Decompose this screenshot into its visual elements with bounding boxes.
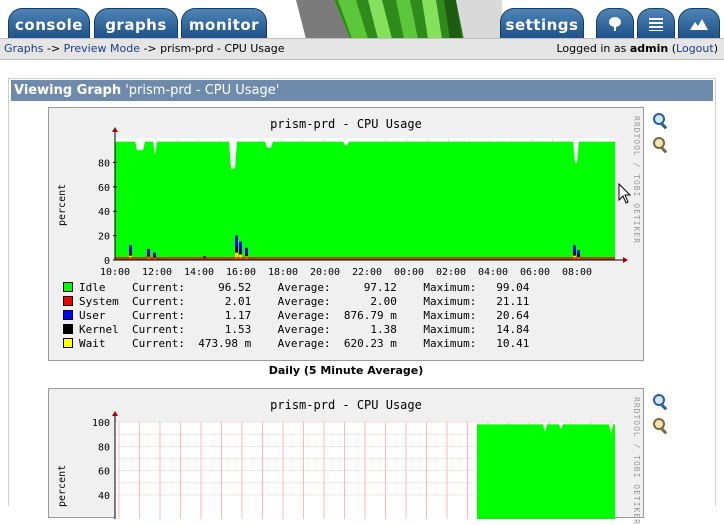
- graph-caption: Daily (5 Minute Average): [268, 364, 424, 377]
- mouse-cursor-icon: [618, 183, 632, 204]
- page-title-label: Viewing Graph: [14, 83, 122, 98]
- legend-row: User Current: 1.17 Average: 876.79 m Max…: [63, 309, 529, 323]
- legend-row: System Current: 2.01 Average: 2.00 Maxim…: [63, 295, 529, 309]
- y-tick-label: 80: [98, 442, 110, 453]
- tab-graphs[interactable]: graphs: [94, 8, 178, 38]
- x-tick-label: 06:00: [520, 267, 550, 278]
- graph-image-daily[interactable]: prism-prd - CPU Usage percent RRDTOOL / …: [48, 107, 644, 361]
- x-tick-label: 12:00: [142, 267, 172, 278]
- breadcrumb: Graphs -> Preview Mode -> prism-prd - CP…: [4, 42, 285, 55]
- graph-legend: Idle Current: 96.52 Average: 97.12 Maxim…: [63, 281, 529, 351]
- legend-swatch: [63, 282, 73, 292]
- breadcrumb-separator: ->: [139, 42, 161, 55]
- legend-swatch: [63, 324, 73, 334]
- breadcrumb-bar: Graphs -> Preview Mode -> prism-prd - CP…: [0, 38, 724, 60]
- preview-icon: [690, 19, 708, 30]
- logout-link[interactable]: Logout: [676, 42, 714, 55]
- banner-art: [296, 0, 502, 39]
- idle-area: [115, 141, 615, 260]
- legend-text: Kernel Current: 1.53 Average: 1.38 Maxim…: [79, 323, 530, 336]
- x-tick-label: 16:00: [226, 267, 256, 278]
- tree-view-tab[interactable]: [596, 8, 634, 38]
- edit-graph-icon[interactable]: [652, 417, 670, 435]
- y-tick-label: 100: [92, 418, 110, 429]
- y-axis-arrow: [112, 127, 118, 132]
- x-tick-label: 02:00: [436, 267, 466, 278]
- y-tick-label: 40: [98, 491, 110, 502]
- y-tick-label: 0: [104, 256, 110, 267]
- tree-view-icon: [609, 17, 621, 31]
- breadcrumb-graphs[interactable]: Graphs: [4, 42, 43, 55]
- preview-tab[interactable]: [678, 8, 720, 38]
- breadcrumb-current: prism-prd - CPU Usage: [160, 42, 285, 55]
- breadcrumb-separator: ->: [43, 42, 64, 55]
- legend-text: Wait Current: 473.98 m Average: 620.23 m…: [79, 337, 530, 350]
- legend-row: Wait Current: 473.98 m Average: 620.23 m…: [63, 337, 529, 351]
- legend-text: System Current: 2.01 Average: 2.00 Maxim…: [79, 295, 530, 308]
- y-tick-label: 20: [98, 232, 110, 243]
- legend-text: Idle Current: 96.52 Average: 97.12 Maxim…: [79, 281, 530, 294]
- x-axis-arrow: [623, 257, 628, 263]
- x-tick-label: 04:00: [478, 267, 508, 278]
- x-tick-label: 18:00: [268, 267, 298, 278]
- zoom-icon[interactable]: [652, 112, 670, 130]
- tab-settings[interactable]: settings: [500, 8, 584, 38]
- legend-row: Idle Current: 96.52 Average: 97.12 Maxim…: [63, 281, 529, 295]
- legend-swatch: [63, 338, 73, 348]
- legend-text: User Current: 1.17 Average: 876.79 m Max…: [79, 309, 530, 322]
- x-tick-label: 14:00: [184, 267, 214, 278]
- legend-swatch: [63, 310, 73, 320]
- top-nav: console graphs monitor settings: [0, 0, 724, 39]
- x-tick-label: 22:00: [352, 267, 382, 278]
- weekly-plot: 40 60 80 100: [92, 411, 615, 519]
- x-tick-label: 10:00: [100, 267, 130, 278]
- x-tick-label: 20:00: [310, 267, 340, 278]
- legend-swatch: [63, 296, 73, 306]
- x-tick-label: 08:00: [562, 267, 592, 278]
- login-status: Logged in as admin (Logout): [556, 42, 718, 55]
- list-view-icon: [649, 18, 663, 31]
- breadcrumb-preview-mode[interactable]: Preview Mode: [64, 42, 140, 55]
- y-tick-label: 60: [98, 183, 110, 194]
- page-title-graph-name: 'prism-prd - CPU Usage': [125, 83, 280, 98]
- edit-graph-icon[interactable]: [652, 136, 670, 154]
- y-axis-arrow: [112, 411, 118, 416]
- login-prefix: Logged in as: [556, 42, 627, 55]
- graph-image-weekly[interactable]: prism-prd - CPU Usage percent RRDTOOL / …: [48, 388, 644, 525]
- login-user: admin: [629, 42, 669, 55]
- y-tick-label: 60: [98, 467, 110, 478]
- tab-monitor[interactable]: monitor: [181, 8, 267, 38]
- list-view-tab[interactable]: [637, 8, 675, 38]
- zoom-icon[interactable]: [652, 393, 670, 411]
- x-tick-label: 00:00: [394, 267, 424, 278]
- page-title: Viewing Graph 'prism-prd - CPU Usage': [11, 80, 713, 101]
- y-tick-label: 40: [98, 207, 110, 218]
- y-tick-label: 80: [98, 158, 110, 169]
- legend-row: Kernel Current: 1.53 Average: 1.38 Maxim…: [63, 323, 529, 337]
- tab-console[interactable]: console: [8, 8, 90, 38]
